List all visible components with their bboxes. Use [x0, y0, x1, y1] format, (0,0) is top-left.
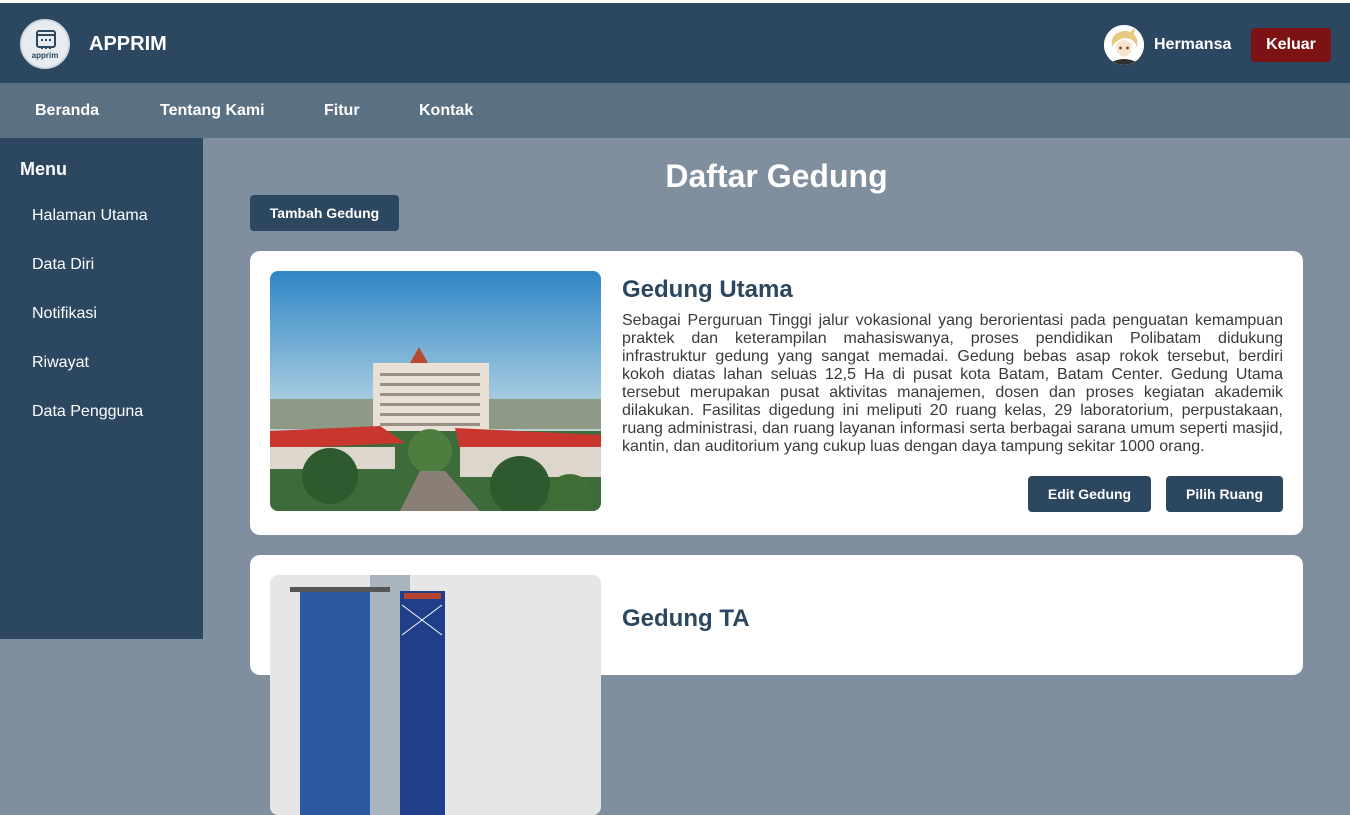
avatar-illustration-icon	[1104, 25, 1144, 65]
sidebar-item-riwayat[interactable]: Riwayat	[32, 354, 89, 372]
select-room-button[interactable]: Pilih Ruang	[1166, 476, 1283, 512]
username: Hermansa	[1154, 36, 1232, 53]
page-title: Daftar Gedung	[665, 158, 888, 194]
building-name: Gedung Utama	[622, 276, 793, 303]
add-building-button[interactable]: Tambah Gedung	[250, 195, 399, 231]
main-content: Daftar Gedung Tambah Gedung Gedung Utama…	[203, 138, 1350, 815]
calendar-icon	[36, 30, 56, 49]
nav-item-fitur[interactable]: Fitur	[324, 102, 360, 120]
building-photo-icon	[270, 271, 601, 511]
building-image	[270, 271, 601, 511]
logout-button[interactable]: Keluar	[1251, 28, 1331, 62]
edit-building-button[interactable]: Edit Gedung	[1028, 476, 1151, 512]
main-nav: Beranda Tentang Kami Fitur Kontak	[0, 83, 1350, 138]
nav-item-kontak[interactable]: Kontak	[419, 102, 473, 120]
apprim-logo[interactable]: apprim	[20, 19, 70, 69]
nav-item-beranda[interactable]: Beranda	[35, 102, 99, 120]
app-title[interactable]: APPRIM	[89, 33, 167, 56]
sidebar-item-halaman-utama[interactable]: Halaman Utama	[32, 207, 148, 225]
sidebar-item-data-pengguna[interactable]: Data Pengguna	[32, 403, 143, 421]
building-card: Gedung TA	[250, 555, 1303, 815]
building-card: Gedung Utama Sebagai Perguruan Tinggi ja…	[250, 251, 1303, 535]
building-image	[270, 575, 601, 815]
sidebar-item-notifikasi[interactable]: Notifikasi	[32, 305, 97, 323]
sidebar-title: Menu	[20, 159, 67, 179]
building-name: Gedung TA	[622, 605, 750, 632]
building-description: Sebagai Perguruan Tinggi jalur vokasiona…	[622, 312, 1283, 455]
logo-text: apprim	[31, 51, 59, 60]
building-photo-icon	[270, 575, 601, 815]
top-header: apprim APPRIM Hermansa Keluar	[0, 0, 1350, 83]
sidebar: Menu Halaman Utama Data Diri Notifikasi …	[0, 138, 203, 639]
sidebar-item-data-diri[interactable]: Data Diri	[32, 256, 94, 274]
nav-item-tentang-kami[interactable]: Tentang Kami	[160, 102, 265, 120]
user-avatar[interactable]	[1104, 25, 1144, 65]
